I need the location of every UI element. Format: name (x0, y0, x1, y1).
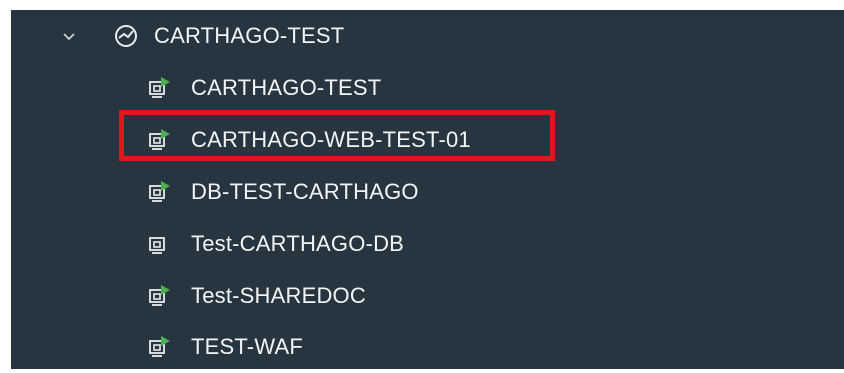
vm-powered-on-icon (149, 285, 170, 306)
tree-group-carthago-test[interactable]: CARTHAGO-TEST (11, 10, 844, 62)
tree-item-label: TEST-WAF (191, 334, 303, 359)
resource-pool-icon (115, 25, 137, 47)
tree-item-vm[interactable]: TEST-WAF (11, 321, 844, 373)
tree-group-label: CARTHAGO-TEST (154, 23, 345, 48)
tree-item-label: DB-TEST-CARTHAGO (191, 179, 419, 204)
selection-highlight-box (119, 110, 555, 161)
tree-item-label: Test-CARTHAGO-DB (191, 231, 405, 256)
inventory-tree-panel: CARTHAGO-TEST CARTHAGO-TEST CARTHAGO-WEB-… (11, 10, 844, 369)
tree-item-label: Test-SHAREDOC (191, 283, 366, 308)
chevron-down-icon[interactable] (61, 28, 77, 44)
tree-item-vm[interactable]: CARTHAGO-TEST (11, 62, 844, 114)
tree-item-label: CARTHAGO-TEST (191, 75, 382, 100)
power-on-indicator-icon (161, 77, 170, 87)
power-on-indicator-icon (161, 181, 170, 191)
vm-powered-off-icon (149, 237, 165, 254)
tree-item-vm[interactable]: Test-SHAREDOC (11, 270, 844, 322)
vm-powered-on-icon (149, 181, 170, 202)
power-on-indicator-icon (161, 336, 170, 346)
tree-item-vm[interactable]: Test-CARTHAGO-DB (11, 218, 844, 270)
vm-powered-on-icon (149, 77, 170, 98)
tree-item-vm[interactable]: DB-TEST-CARTHAGO (11, 166, 844, 218)
vm-powered-on-icon (149, 336, 170, 357)
power-on-indicator-icon (161, 285, 170, 295)
